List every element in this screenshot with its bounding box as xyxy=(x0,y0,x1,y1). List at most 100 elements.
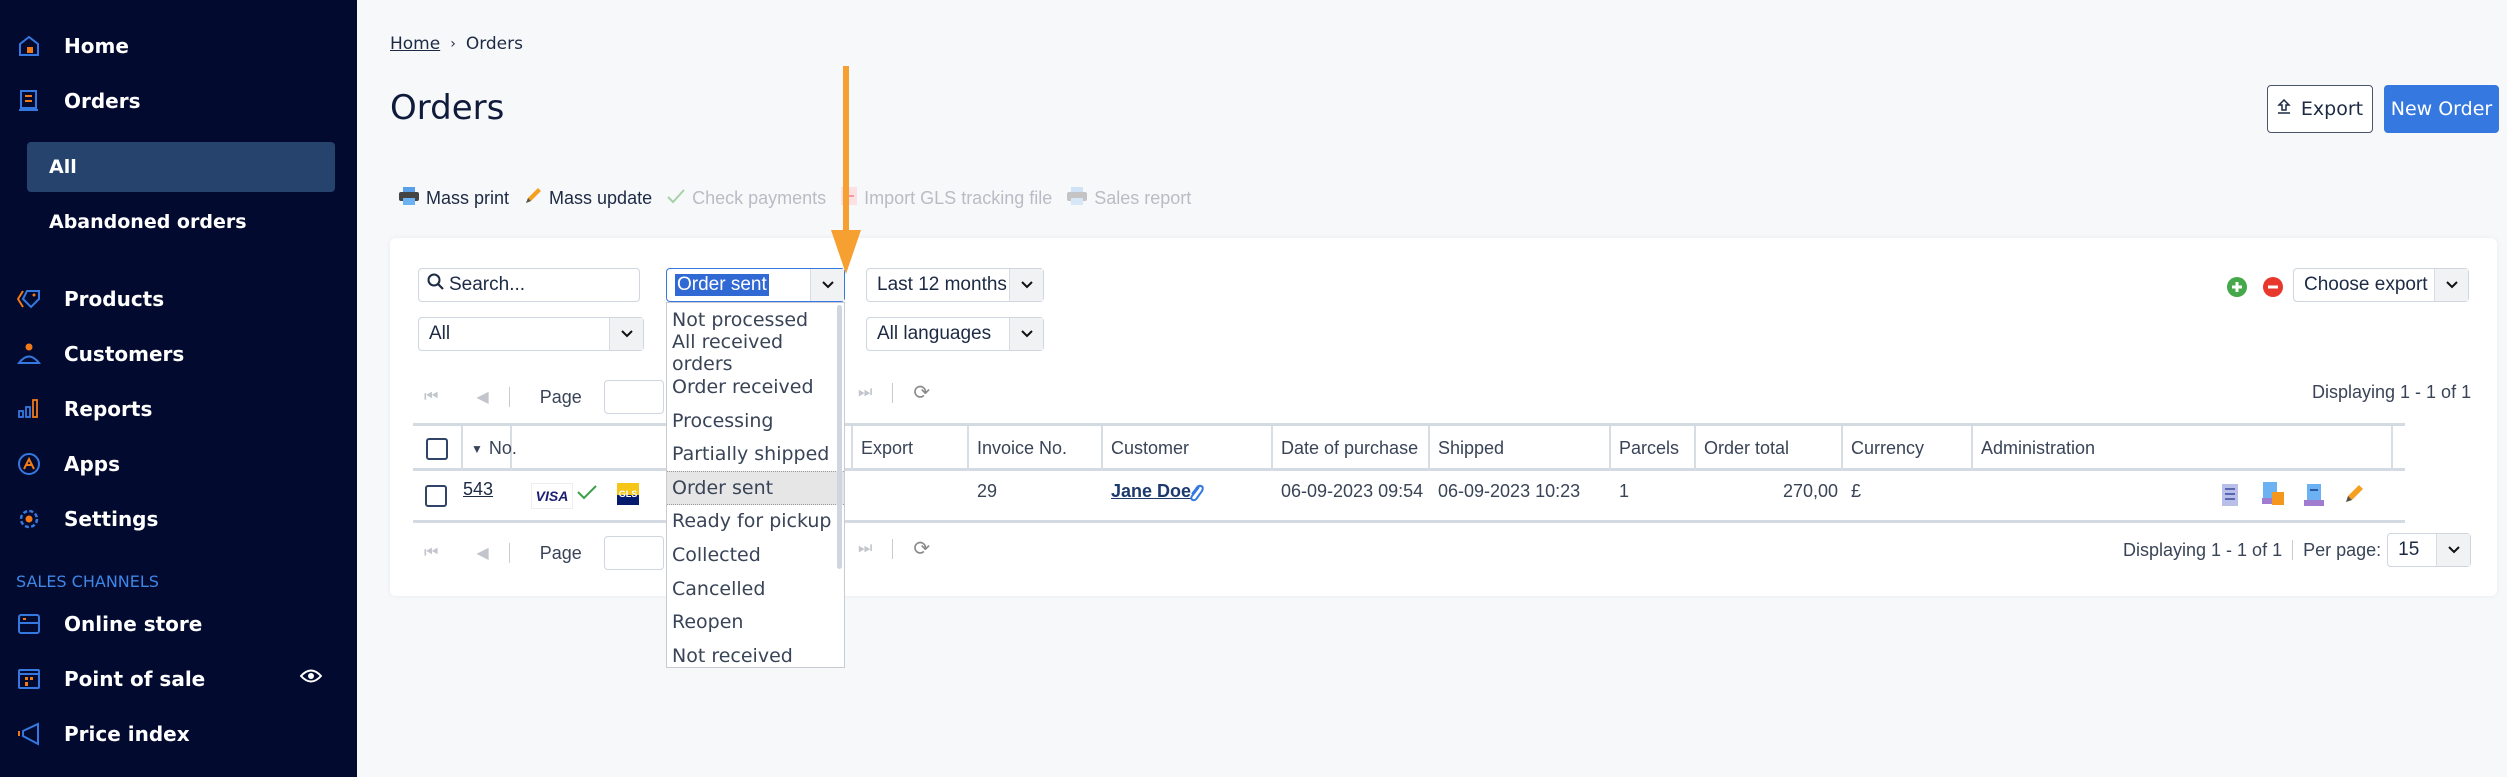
dropdown-scrollbar[interactable] xyxy=(837,305,842,569)
column-header-shipped[interactable]: Shipped xyxy=(1430,426,1611,471)
sidebar-item-orders[interactable]: Orders xyxy=(16,81,141,121)
sidebar-item-reports[interactable]: Reports xyxy=(16,389,152,429)
sidebar-item-label: Online store xyxy=(64,612,203,636)
parcels-count: 1 xyxy=(1619,481,1630,501)
status-option[interactable]: All received orders xyxy=(667,331,844,375)
column-header-currency[interactable]: Currency xyxy=(1843,426,1973,471)
refresh-icon[interactable]: ⟳ xyxy=(913,380,930,405)
sidebar-item-apps[interactable]: Apps xyxy=(16,444,120,484)
mass-update-button[interactable]: Mass update xyxy=(523,186,652,211)
shipping-label-icon[interactable] xyxy=(2303,483,2325,512)
status-option[interactable]: Not received xyxy=(667,639,844,667)
pencil-icon xyxy=(523,186,543,211)
column-header-invoice[interactable]: Invoice No. xyxy=(969,426,1103,471)
column-header-date[interactable]: Date of purchase xyxy=(1273,426,1430,471)
apps-icon xyxy=(16,451,42,477)
row-checkbox[interactable] xyxy=(425,485,447,507)
prev-page-icon[interactable]: ◀ xyxy=(476,387,488,407)
chevron-down-icon[interactable] xyxy=(1009,269,1043,301)
status-option[interactable]: Partially shipped xyxy=(667,437,844,471)
order-number-link[interactable]: 543 xyxy=(463,479,493,500)
sidebar-item-online-store[interactable]: Online store xyxy=(16,604,202,644)
sidebar-item-home[interactable]: Home xyxy=(16,26,129,66)
choose-export-select[interactable]: Choose export xyxy=(2293,268,2469,302)
user-icon xyxy=(16,341,42,367)
status-select[interactable]: Order sent xyxy=(666,268,845,302)
sidebar-item-point-of-sale[interactable]: Point of sale xyxy=(16,659,205,699)
per-page-select[interactable]: 15 xyxy=(2387,533,2472,567)
printer-icon xyxy=(398,186,420,211)
per-page-value: 15 xyxy=(2398,539,2420,560)
sidebar-item-label: Home xyxy=(64,34,129,58)
status-option[interactable]: Processing xyxy=(667,404,844,438)
chevron-down-icon[interactable] xyxy=(2436,534,2471,566)
sort-desc-icon: ▼ xyxy=(471,441,483,456)
export-button[interactable]: Export xyxy=(2267,85,2373,133)
remove-export-icon[interactable] xyxy=(2262,276,2284,303)
prev-page-icon[interactable]: ◀ xyxy=(476,543,488,563)
period-select[interactable]: Last 12 months xyxy=(866,268,1044,302)
customer-link[interactable]: Jane Doe xyxy=(1111,481,1191,502)
page-input[interactable] xyxy=(603,380,664,414)
pager-top: ⏮ ◀ Page xyxy=(424,380,664,414)
eye-icon[interactable] xyxy=(299,668,323,689)
first-page-icon[interactable]: ⏮ xyxy=(424,544,438,562)
status-option[interactable]: Collected xyxy=(667,538,844,572)
status-option[interactable]: Ready for pickup xyxy=(667,505,844,539)
column-header-parcels[interactable]: Parcels xyxy=(1611,426,1696,471)
page-title: Orders xyxy=(390,88,505,128)
sidebar-item-price-index[interactable]: Price index xyxy=(16,714,190,754)
packing-slip-icon[interactable] xyxy=(2261,481,2285,512)
chevron-down-icon[interactable] xyxy=(1009,318,1043,350)
export-button-label: Export xyxy=(2300,98,2364,120)
column-header-export[interactable]: Export xyxy=(851,426,969,471)
edit-pencil-icon[interactable] xyxy=(2343,483,2365,510)
breadcrumb-home-link[interactable]: Home xyxy=(390,34,440,54)
status-option-selected[interactable]: Order sent xyxy=(667,470,844,505)
sidebar-subitem-abandoned-orders[interactable]: Abandoned orders xyxy=(27,197,335,247)
column-header-no[interactable]: ▼ No. xyxy=(463,426,517,471)
page-input[interactable] xyxy=(603,536,664,570)
import-gls-label: Import GLS tracking file xyxy=(864,188,1053,208)
annotation-arrow-icon xyxy=(829,66,863,281)
chevron-down-icon[interactable] xyxy=(2434,269,2468,301)
first-page-icon[interactable]: ⏮ xyxy=(424,388,438,406)
column-header-customer[interactable]: Customer xyxy=(1103,426,1273,471)
mass-print-button[interactable]: Mass print xyxy=(398,186,509,211)
type-select[interactable]: All xyxy=(418,317,644,351)
sales-report-button[interactable]: Sales report xyxy=(1066,186,1191,211)
column-header-total[interactable]: Order total xyxy=(1696,426,1843,471)
check-payments-button[interactable]: Check payments xyxy=(666,187,826,210)
sidebar-item-label: Point of sale xyxy=(64,667,206,691)
new-order-button[interactable]: New Order xyxy=(2384,85,2499,133)
sidebar-item-customers[interactable]: Customers xyxy=(16,334,184,374)
select-all-checkbox[interactable] xyxy=(426,437,448,460)
import-gls-button[interactable]: Import GLS tracking file xyxy=(840,186,1052,211)
choose-export-value: Choose export xyxy=(2304,274,2428,295)
sidebar-subitem-all[interactable]: All xyxy=(27,142,335,192)
last-page-icon[interactable]: ⏭ xyxy=(858,384,872,402)
pager-bottom-right: ⏭ ⟳ xyxy=(858,536,930,561)
mass-print-label: Mass print xyxy=(426,188,510,208)
orders-icon xyxy=(16,88,42,114)
invoice-doc-icon[interactable] xyxy=(2221,483,2239,512)
refresh-icon[interactable]: ⟳ xyxy=(913,536,930,561)
sidebar-item-label: Price index xyxy=(64,722,190,746)
sidebar-item-label: Abandoned orders xyxy=(49,211,247,233)
search-placeholder: Search... xyxy=(449,274,526,295)
status-option[interactable]: Reopen xyxy=(667,605,844,639)
tag-icon xyxy=(16,286,42,312)
add-export-icon[interactable] xyxy=(2226,276,2248,303)
sidebar-item-settings[interactable]: Settings xyxy=(16,499,158,539)
status-option[interactable]: Cancelled xyxy=(667,572,844,606)
language-select[interactable]: All languages xyxy=(866,317,1044,351)
chevron-down-icon[interactable] xyxy=(609,318,643,350)
paperclip-icon[interactable] xyxy=(1187,483,1205,508)
last-page-icon[interactable]: ⏭ xyxy=(858,540,872,558)
sales-report-label: Sales report xyxy=(1094,188,1192,208)
search-input[interactable]: Search... xyxy=(418,268,640,302)
bar-chart-icon xyxy=(16,396,42,422)
sidebar-item-label: Apps xyxy=(64,452,121,476)
sidebar-item-products[interactable]: Products xyxy=(16,279,164,319)
sales-channels-heading: SALES CHANNELS xyxy=(16,572,159,591)
